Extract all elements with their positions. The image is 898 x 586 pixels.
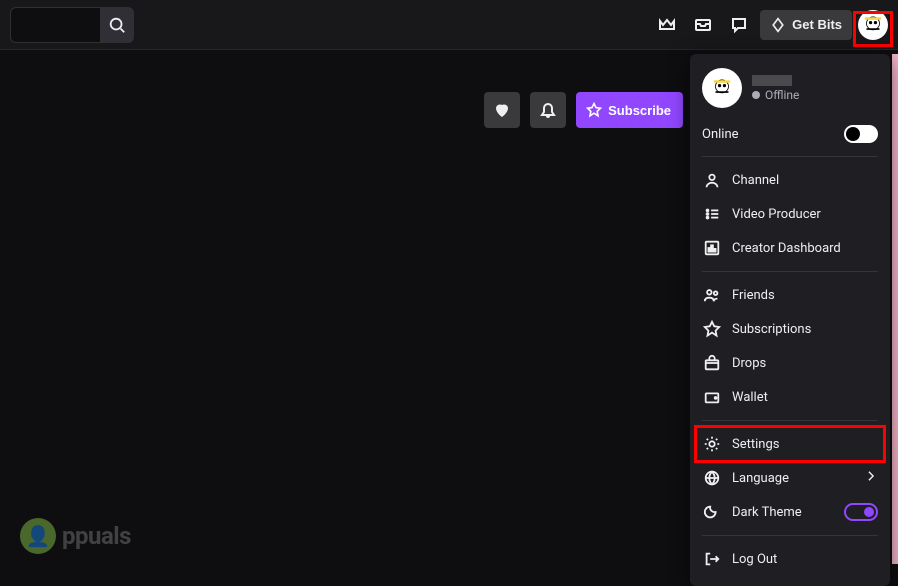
subscribe-label: Subscribe — [608, 103, 671, 118]
dropdown-user-info: Offline — [752, 75, 799, 102]
menu-item-channel[interactable]: Channel — [690, 163, 890, 197]
menu-item-language[interactable]: Language — [690, 461, 890, 495]
subscriptions-icon — [702, 319, 722, 339]
search-input[interactable] — [10, 7, 100, 43]
menu-label: Dark Theme — [732, 505, 834, 520]
search-group — [10, 7, 134, 43]
user-dropdown: Offline Online Channel Video Producer Cr… — [690, 54, 890, 586]
settings-icon — [702, 434, 722, 454]
status-dot-icon — [752, 91, 760, 99]
video-producer-icon — [702, 204, 722, 224]
menu-label: Drops — [732, 356, 878, 371]
pink-strip — [892, 54, 898, 564]
star-icon — [586, 102, 602, 118]
menu-label: Video Producer — [732, 207, 878, 222]
divider — [702, 535, 878, 536]
menu-item-subscriptions[interactable]: Subscriptions — [690, 312, 890, 346]
dropdown-avatar — [702, 68, 742, 108]
get-bits-label: Get Bits — [792, 17, 842, 32]
friends-icon — [702, 285, 722, 305]
subscribe-button[interactable]: Subscribe — [576, 92, 683, 128]
dropdown-avatar-skull-icon — [709, 75, 735, 101]
crown-icon — [657, 15, 677, 35]
dark-theme-icon — [702, 502, 722, 522]
menu-item-creator-dashboard[interactable]: Creator Dashboard — [690, 231, 890, 265]
dropdown-status: Offline — [752, 88, 799, 102]
watermark-icon: 👤 — [20, 518, 56, 554]
divider — [702, 420, 878, 421]
bits-icon — [770, 17, 786, 33]
menu-label: Language — [732, 471, 854, 486]
topbar-right: Get Bits — [652, 10, 888, 40]
inbox-icon — [693, 15, 713, 35]
whispers-button[interactable] — [724, 10, 754, 40]
top-nav: Get Bits — [0, 0, 898, 50]
menu-label: Subscriptions — [732, 322, 878, 337]
menu-item-logout[interactable]: Log Out — [690, 542, 890, 576]
search-button[interactable] — [100, 7, 134, 43]
menu-item-friends[interactable]: Friends — [690, 278, 890, 312]
divider — [702, 156, 878, 157]
heart-icon — [492, 100, 512, 120]
dropdown-header: Offline — [690, 64, 890, 118]
drops-icon — [702, 353, 722, 373]
prime-loot-button[interactable] — [652, 10, 682, 40]
watermark-text: ppuals — [62, 522, 131, 550]
creator-dashboard-icon — [702, 238, 722, 258]
menu-label: Channel — [732, 173, 878, 188]
menu-label: Friends — [732, 288, 878, 303]
follow-button[interactable] — [484, 92, 520, 128]
online-toggle[interactable] — [844, 125, 878, 143]
dropdown-username — [752, 75, 792, 86]
inbox-button[interactable] — [688, 10, 718, 40]
notifications-button[interactable] — [530, 92, 566, 128]
language-icon — [702, 468, 722, 488]
menu-item-wallet[interactable]: Wallet — [690, 380, 890, 414]
avatar-skull-icon — [860, 12, 886, 38]
get-bits-button[interactable]: Get Bits — [760, 10, 852, 40]
chat-icon — [729, 15, 749, 35]
search-icon — [108, 16, 126, 34]
menu-item-dark-theme[interactable]: Dark Theme — [690, 495, 890, 529]
menu-label: Log Out — [732, 552, 878, 567]
bell-icon — [538, 100, 558, 120]
online-toggle-row[interactable]: Online — [690, 118, 890, 150]
menu-item-settings[interactable]: Settings — [690, 427, 890, 461]
divider — [702, 271, 878, 272]
menu-label: Settings — [732, 437, 878, 452]
channel-icon — [702, 170, 722, 190]
user-avatar-button[interactable] — [858, 10, 888, 40]
channel-actions: Subscribe — [484, 92, 683, 128]
wallet-icon — [702, 387, 722, 407]
menu-item-drops[interactable]: Drops — [690, 346, 890, 380]
dark-theme-toggle[interactable] — [844, 503, 878, 521]
menu-label: Creator Dashboard — [732, 241, 878, 256]
menu-label: Wallet — [732, 390, 878, 405]
logout-icon — [702, 549, 722, 569]
online-label: Online — [702, 127, 834, 142]
watermark: 👤 ppuals — [20, 518, 131, 554]
chevron-right-icon — [864, 469, 878, 487]
menu-item-video-producer[interactable]: Video Producer — [690, 197, 890, 231]
status-text: Offline — [765, 88, 799, 102]
